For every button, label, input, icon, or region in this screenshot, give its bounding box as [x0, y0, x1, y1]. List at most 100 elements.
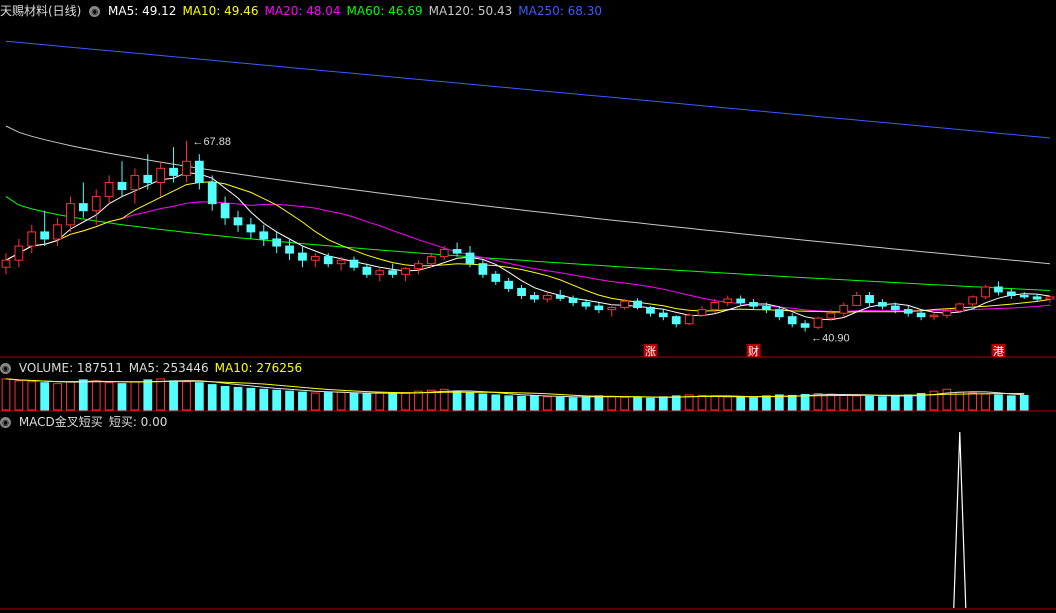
volume-bar	[401, 392, 410, 411]
candle-body	[633, 300, 642, 308]
candle-body	[194, 160, 204, 183]
candle-body	[91, 196, 101, 212]
volume-bar	[787, 394, 797, 411]
volume-bar	[968, 392, 978, 411]
volume-bar	[1, 378, 11, 411]
volume-bar	[298, 391, 307, 411]
volume-bar	[491, 394, 501, 411]
volume-bar	[723, 396, 733, 411]
candle-body	[310, 256, 320, 261]
candle-body	[865, 294, 874, 304]
candle-body	[40, 231, 50, 240]
candle-body	[800, 323, 810, 328]
ma5-line	[5, 172, 1051, 321]
volume-bar	[955, 391, 965, 411]
volume-bar	[800, 393, 810, 411]
volume-bar	[272, 389, 282, 411]
volume-bar	[890, 395, 900, 411]
stock-chart[interactable]: ←67.88 ←40.90 涨 财 港	[0, 0, 1056, 613]
volume-bar	[388, 393, 398, 411]
candle-body	[272, 238, 282, 247]
candle-body	[555, 294, 565, 299]
volume-bar	[194, 382, 204, 411]
volume-bar	[1019, 394, 1029, 411]
high-price-label: ←67.88	[192, 136, 231, 148]
volume-bar	[104, 382, 114, 411]
volume-bar	[749, 397, 758, 411]
volume-bar	[903, 394, 913, 411]
candle-body	[646, 306, 655, 314]
volume-bar	[994, 394, 1003, 411]
volume-bar	[220, 385, 230, 411]
candle-body	[504, 280, 514, 289]
candle-body	[774, 309, 784, 318]
volume-bar	[91, 380, 101, 411]
volume-bar	[658, 396, 668, 411]
volume-bar	[53, 383, 62, 411]
candle-body	[14, 245, 24, 261]
candle-body	[723, 298, 733, 304]
candle-body	[401, 268, 410, 275]
candle-body	[658, 312, 668, 318]
volume-bar	[66, 381, 75, 411]
candle-body	[452, 249, 462, 254]
candle-body	[839, 304, 849, 314]
candle-body	[388, 270, 398, 275]
macd-signal-spike	[953, 431, 967, 609]
volume-bar	[839, 394, 849, 411]
candle-body	[762, 305, 771, 311]
volume-bar	[542, 396, 552, 411]
volume-bar	[207, 384, 217, 411]
candle-body	[104, 181, 114, 198]
volume-bar	[633, 397, 642, 411]
candle-body	[78, 203, 88, 212]
volume-bar	[504, 395, 514, 411]
volume-bar	[182, 381, 191, 411]
candle-body	[710, 302, 720, 311]
volume-bar	[697, 394, 707, 411]
candle-body	[736, 298, 746, 304]
candle-body	[542, 294, 552, 300]
candle-body	[53, 224, 62, 240]
volume-bar	[452, 390, 462, 411]
candle-body	[852, 294, 862, 306]
volume-bar	[117, 383, 127, 411]
candle-body	[1006, 291, 1016, 296]
volume-bar	[426, 389, 436, 411]
candle-body	[298, 252, 307, 261]
candle-body	[117, 181, 127, 191]
candle-body	[697, 309, 707, 316]
volume-bar	[78, 379, 88, 411]
candle-body	[955, 303, 965, 312]
volume-bar	[362, 393, 372, 411]
candle-body	[233, 217, 243, 226]
low-price-label: ←40.90	[811, 333, 850, 345]
candle-body	[349, 259, 359, 268]
volume-bar	[981, 393, 990, 411]
volume-bar	[736, 396, 746, 411]
volume-bar	[336, 391, 346, 411]
event-marker-1: 财	[748, 344, 759, 358]
candle-body	[362, 266, 372, 275]
volume-bar	[143, 379, 153, 411]
candle-body	[903, 309, 913, 314]
volume-bar	[156, 378, 166, 411]
ma120-line	[5, 125, 1051, 265]
candle-body	[968, 296, 978, 305]
volume-bar	[555, 396, 565, 411]
volume-bar	[774, 394, 784, 411]
candle-body	[787, 316, 797, 325]
candle-body	[942, 310, 952, 316]
candle-body	[375, 270, 385, 275]
candle-body	[916, 312, 926, 318]
volume-bar	[762, 395, 771, 411]
volume-bar	[285, 390, 294, 411]
candle-body	[426, 256, 436, 265]
candle-body	[929, 314, 939, 318]
volume-bar	[671, 395, 681, 411]
volume-bar	[246, 387, 256, 411]
volume-bar	[414, 390, 423, 411]
candle-body	[478, 263, 488, 275]
candle-body	[1, 259, 11, 268]
candle-body	[684, 314, 694, 325]
